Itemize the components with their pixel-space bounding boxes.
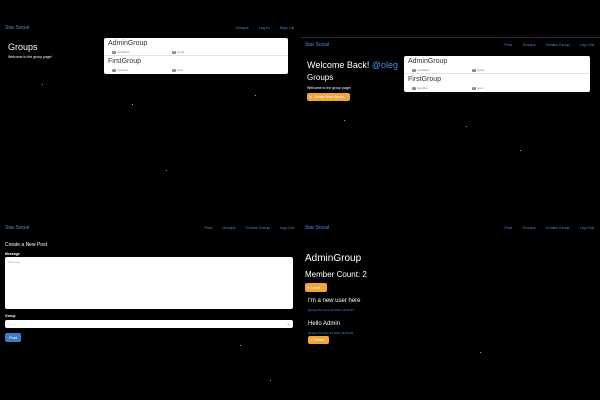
posts-stat: 0 post bbox=[172, 68, 183, 72]
posts-stat: 0 post bbox=[472, 86, 483, 90]
group-select-value: --------- bbox=[8, 322, 17, 326]
members-count-badge: 1 bbox=[412, 86, 416, 90]
nav-link-post[interactable]: Post bbox=[204, 225, 212, 230]
nav-link-groups[interactable]: Groups bbox=[522, 225, 535, 230]
group-name[interactable]: FirstGroup bbox=[408, 76, 441, 83]
nav-link-login[interactable]: Log In bbox=[259, 25, 270, 30]
nav-link-create-group[interactable]: Create Group bbox=[546, 42, 570, 47]
group-name[interactable]: FirstGroup bbox=[108, 58, 141, 65]
nav-link-logout[interactable]: Log Out bbox=[580, 42, 594, 47]
nav-link-groups[interactable]: Groups bbox=[236, 25, 249, 30]
brand-link[interactable]: Star Social bbox=[5, 25, 29, 31]
welcome-heading: Welcome Back! @oleg bbox=[307, 60, 398, 70]
posts-count-badge: 2 bbox=[472, 68, 476, 72]
member-count: Member Count: 2 bbox=[305, 270, 367, 279]
members-label: members bbox=[417, 68, 430, 72]
post-meta[interactable]: @oleg Tue Sep 24 2024 16:29:38 bbox=[308, 331, 353, 335]
nav-links: Post Groups Create Group Log Out bbox=[504, 42, 594, 47]
members-stat: 2 members bbox=[412, 68, 430, 72]
members-stat: 1 member bbox=[412, 86, 428, 90]
message-placeholder: Message bbox=[8, 260, 21, 264]
post-message: Hello Admin bbox=[308, 321, 341, 327]
navbar: Star Social Post Groups Create Group Log… bbox=[300, 200, 600, 238]
brand-link[interactable]: Star Social bbox=[305, 42, 329, 48]
close-icon: ✕ bbox=[310, 338, 313, 342]
group-list: AdminGroup 2 members 2 posts FirstGroup … bbox=[404, 56, 590, 92]
delete-label: Delete bbox=[313, 338, 325, 342]
posts-stat: 2 posts bbox=[172, 50, 184, 54]
nav-links: Groups Log In Sign Up bbox=[236, 25, 294, 30]
message-textarea[interactable]: Message bbox=[5, 257, 293, 309]
post-button[interactable]: Post bbox=[5, 333, 21, 342]
create-group-button[interactable]: ⊕ Create New Group! bbox=[307, 93, 350, 101]
nav-link-groups[interactable]: Groups bbox=[222, 225, 235, 230]
brand-link[interactable]: Star Social bbox=[5, 225, 29, 231]
posts-count-badge: 2 bbox=[172, 50, 176, 54]
group-name[interactable]: AdminGroup bbox=[108, 40, 147, 47]
post-message: I'm a new user here bbox=[308, 298, 361, 304]
members-label: members bbox=[117, 50, 130, 54]
posts-count-badge: 0 bbox=[472, 86, 476, 90]
members-count-badge: 1 bbox=[112, 68, 116, 72]
group-list: AdminGroup 2 members 2 posts FirstGroup … bbox=[104, 38, 288, 74]
members-stat: 2 members bbox=[112, 50, 130, 54]
plus-circle-icon: ⊕ bbox=[309, 95, 312, 99]
page-subtitle: Welcome to the group page! bbox=[307, 86, 351, 90]
nav-links: Post Groups Create Group Log Out bbox=[204, 225, 294, 230]
panel-groups-logged-in: Star Social Post Groups Create Group Log… bbox=[300, 0, 600, 200]
group-select[interactable]: --------- ⌄ bbox=[5, 320, 293, 328]
post-meta[interactable]: @oleg Mon Sep 23 2024 16:42:51 bbox=[308, 308, 354, 312]
nav-link-post[interactable]: Post bbox=[504, 225, 512, 230]
group-card[interactable]: AdminGroup 2 members 2 posts bbox=[404, 56, 590, 74]
message-label: Message bbox=[5, 252, 20, 256]
nav-links: Post Groups Create Group Log Out bbox=[504, 225, 594, 230]
posts-label: posts bbox=[177, 50, 185, 54]
group-card[interactable]: FirstGroup 1 member 0 post bbox=[404, 74, 590, 92]
members-stat: 1 member bbox=[112, 68, 128, 72]
members-label: member bbox=[417, 86, 429, 90]
page-title: Create a New Post bbox=[5, 242, 47, 248]
group-title: AdminGroup bbox=[305, 253, 362, 264]
delete-button[interactable]: ✕ Delete bbox=[308, 336, 329, 344]
nav-link-create-group[interactable]: Create Group bbox=[246, 225, 270, 230]
members-count-badge: 2 bbox=[112, 50, 116, 54]
nav-link-create-group[interactable]: Create Group bbox=[546, 225, 570, 230]
navbar: Star Social Post Groups Create Group Log… bbox=[300, 0, 600, 48]
group-card[interactable]: FirstGroup 1 member 0 post bbox=[104, 56, 288, 74]
members-label: member bbox=[117, 68, 129, 72]
nav-link-logout[interactable]: Log Out bbox=[580, 225, 594, 230]
navbar: Star Social Groups Log In Sign Up bbox=[0, 0, 300, 38]
panel-group-detail: Star Social Post Groups Create Group Log… bbox=[300, 200, 600, 400]
nav-link-post[interactable]: Post bbox=[504, 42, 512, 47]
posts-label: post bbox=[177, 68, 183, 72]
page-title: Groups bbox=[8, 42, 38, 52]
brand-link[interactable]: Star Social bbox=[305, 225, 329, 231]
nav-link-logout[interactable]: Log Out bbox=[280, 225, 294, 230]
minus-circle-icon: ⊖ bbox=[307, 285, 310, 290]
posts-label: post bbox=[477, 86, 483, 90]
nav-link-signup[interactable]: Sign Up bbox=[280, 25, 294, 30]
group-name[interactable]: AdminGroup bbox=[408, 58, 447, 65]
page-subtitle: Welcome to the group page! bbox=[8, 55, 52, 59]
nav-link-groups[interactable]: Groups bbox=[522, 42, 535, 47]
chevron-down-icon: ⌄ bbox=[286, 321, 290, 326]
username-link[interactable]: @oleg bbox=[372, 60, 398, 70]
posts-stat: 2 posts bbox=[472, 68, 484, 72]
group-label: Group bbox=[5, 314, 16, 318]
panel-create-post: Star Social Post Groups Create Group Log… bbox=[0, 200, 300, 400]
group-card[interactable]: AdminGroup 2 members 2 posts bbox=[104, 38, 288, 56]
navbar: Star Social Post Groups Create Group Log… bbox=[0, 200, 300, 238]
posts-count-badge: 0 bbox=[172, 68, 176, 72]
page-title: Groups bbox=[307, 73, 334, 82]
panel-groups-logged-out: Star Social Groups Log In Sign Up Groups… bbox=[0, 0, 300, 200]
leave-button[interactable]: ⊖ Leave bbox=[305, 283, 327, 292]
posts-label: posts bbox=[477, 68, 485, 72]
create-group-label: Create New Group! bbox=[313, 95, 345, 99]
members-count-badge: 2 bbox=[412, 68, 416, 72]
welcome-text: Welcome Back! bbox=[307, 60, 370, 70]
leave-label: Leave bbox=[310, 285, 321, 290]
